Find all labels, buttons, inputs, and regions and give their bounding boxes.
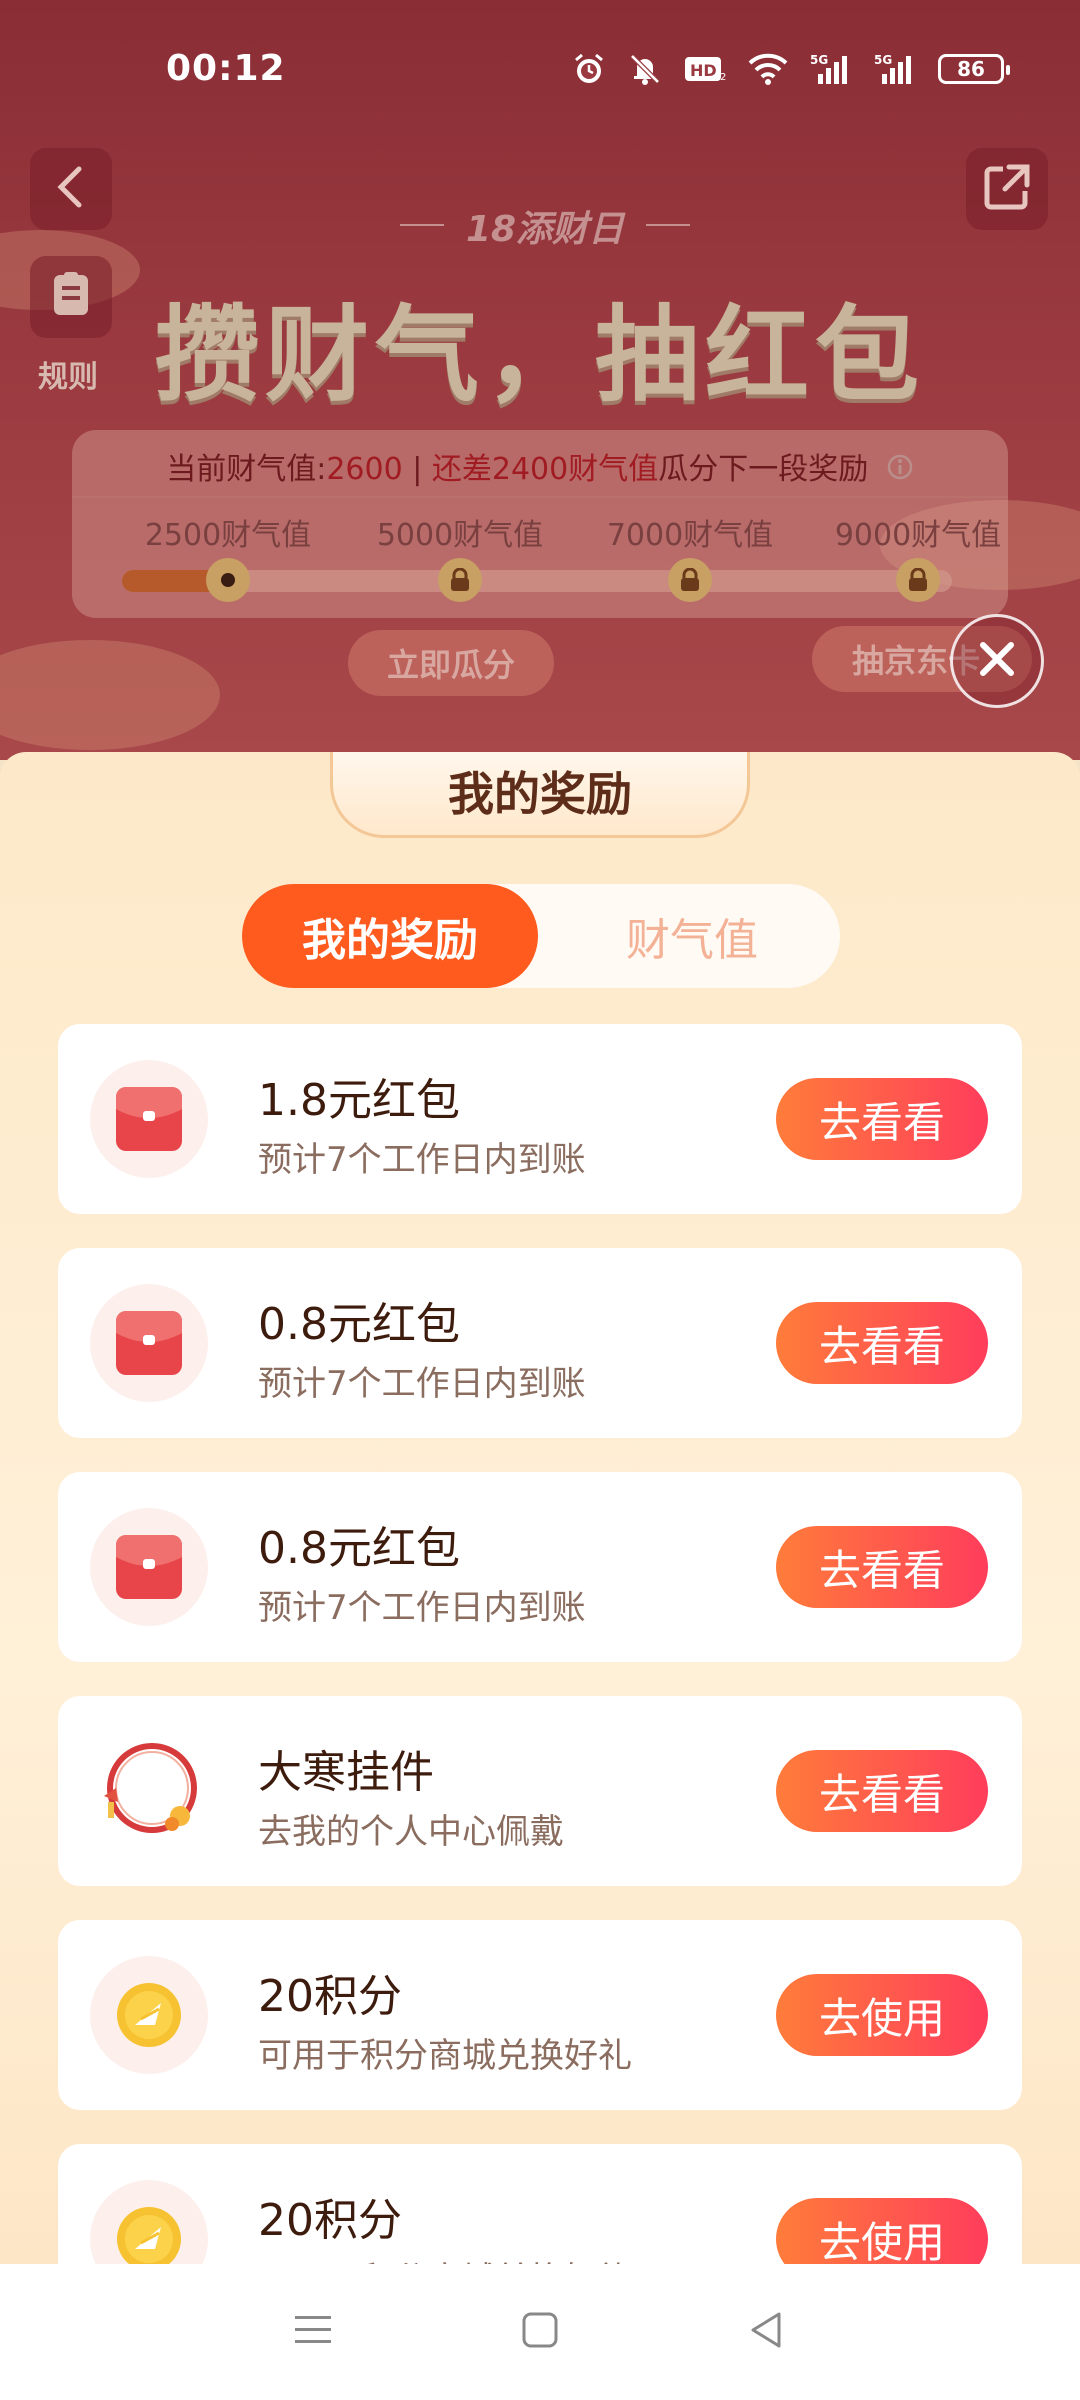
reward-card: 0.8元红包 预计7个工作日内到账 去看看 xyxy=(58,1472,1022,1662)
system-nav-bar xyxy=(0,2264,1080,2400)
status-time: 00:12 xyxy=(166,48,286,89)
cloud-decoration xyxy=(0,640,220,750)
signal-5g-icon: 5G xyxy=(874,52,916,86)
milestone-label: 9000财气值 xyxy=(834,518,1002,553)
sheet-header: 我的奖励 xyxy=(330,752,750,838)
home-square-icon xyxy=(520,2310,560,2354)
use-points-button[interactable]: 去使用 xyxy=(776,1974,988,2056)
red-envelope-icon xyxy=(90,1060,208,1178)
svg-text:5G: 5G xyxy=(874,53,892,67)
milestone-label: 2500财气值 xyxy=(144,518,312,553)
campaign-background: 00:12 HD 2 5G 5G 86 规则 18添财日 攒财气，抽红包 当前财… xyxy=(0,0,1080,760)
reward-subtitle: 去我的个人中心佩戴 xyxy=(258,1812,564,1852)
status-bar: 00:12 HD 2 5G 5G 86 xyxy=(0,0,1080,140)
reward-subtitle: 预计7个工作日内到账 xyxy=(258,1140,586,1180)
milestone-node-reached xyxy=(206,558,250,602)
separator: | xyxy=(402,452,432,487)
reward-title: 大寒挂件 xyxy=(258,1747,434,1798)
mute-icon xyxy=(628,52,662,86)
menu-icon xyxy=(293,2312,333,2352)
reward-title: 0.8元红包 xyxy=(258,1299,460,1350)
current-value: 2600 xyxy=(326,452,403,487)
back-nav-button[interactable] xyxy=(727,2292,807,2372)
reward-card: 0.8元红包 预计7个工作日内到账 去看看 xyxy=(58,1248,1022,1438)
pendant-frame-icon xyxy=(90,1732,208,1850)
rewards-sheet: 我的奖励 我的奖励 财气值 1.8元红包 预计7个工作日内到账 去看看 0.8元… xyxy=(0,752,1080,2264)
view-reward-button[interactable]: 去看看 xyxy=(776,1078,988,1160)
use-points-button[interactable]: 去使用 xyxy=(776,2198,988,2264)
svg-text:2: 2 xyxy=(720,72,726,83)
reward-subtitle: 可用于积分商城兑换好礼 xyxy=(258,2252,632,2264)
lock-icon xyxy=(668,558,712,602)
claim-button[interactable]: 立即瓜分 xyxy=(348,630,554,696)
status-icons: HD 2 5G 5G 86 xyxy=(572,52,1010,86)
remaining-text: 还差2400财气值 xyxy=(431,452,659,487)
recent-apps-button[interactable] xyxy=(273,2292,353,2372)
hd-icon: HD 2 xyxy=(684,54,726,84)
sheet-title: 我的奖励 xyxy=(448,766,632,821)
reward-title: 0.8元红包 xyxy=(258,1523,460,1574)
lock-icon xyxy=(896,558,940,602)
red-envelope-icon xyxy=(90,1284,208,1402)
reward-subtitle: 预计7个工作日内到账 xyxy=(258,1588,586,1628)
back-triangle-icon xyxy=(747,2310,787,2354)
svg-text:5G: 5G xyxy=(810,53,828,67)
info-icon[interactable] xyxy=(886,453,914,489)
reward-card: 20积分 可用于积分商城兑换好礼 去使用 xyxy=(58,2144,1022,2264)
red-envelope-icon xyxy=(90,1508,208,1626)
segmented-control: 我的奖励 财气值 xyxy=(242,884,840,988)
close-icon xyxy=(975,637,1019,685)
reward-title: 20积分 xyxy=(258,1971,402,2022)
reward-card: 1.8元红包 预计7个工作日内到账 去看看 xyxy=(58,1024,1022,1214)
rewards-list[interactable]: 1.8元红包 预计7个工作日内到账 去看看 0.8元红包 预计7个工作日内到账 … xyxy=(0,1020,1080,2264)
reward-card: 20积分 可用于积分商城兑换好礼 去使用 xyxy=(58,1920,1022,2110)
progress-panel: 当前财气值:2600 | 还差2400财气值瓜分下一段奖励 2500财气值 50… xyxy=(72,430,1008,618)
battery-indicator: 86 xyxy=(938,54,1010,84)
points-coin-icon xyxy=(90,2180,208,2264)
reward-card: 大寒挂件 去我的个人中心佩戴 去看看 xyxy=(58,1696,1022,1886)
home-button[interactable] xyxy=(500,2292,580,2372)
close-sheet-button[interactable] xyxy=(950,614,1044,708)
points-coin-icon xyxy=(90,1956,208,2074)
reward-subtitle: 可用于积分商城兑换好礼 xyxy=(258,2036,632,2076)
divider xyxy=(72,496,1008,498)
back-button[interactable] xyxy=(30,148,112,230)
chevron-left-icon xyxy=(51,163,91,215)
remaining-suffix: 瓜分下一段奖励 xyxy=(658,452,869,487)
share-button[interactable] xyxy=(966,148,1048,230)
reward-title: 1.8元红包 xyxy=(258,1075,460,1126)
reward-subtitle: 预计7个工作日内到账 xyxy=(258,1364,586,1404)
event-subtitle: 18添财日 xyxy=(400,200,690,252)
wifi-icon xyxy=(748,53,788,85)
milestone-label: 7000财气值 xyxy=(606,518,774,553)
reward-title: 20积分 xyxy=(258,2195,402,2246)
event-title: 攒财气，抽红包 xyxy=(154,294,925,416)
share-icon xyxy=(981,161,1033,217)
view-reward-button[interactable]: 去看看 xyxy=(776,1302,988,1384)
tab-my-rewards[interactable]: 我的奖励 xyxy=(242,884,538,988)
signal-5g-icon: 5G xyxy=(810,52,852,86)
progress-status: 当前财气值:2600 | 还差2400财气值瓜分下一段奖励 xyxy=(72,444,1008,489)
battery-level: 86 xyxy=(957,57,985,81)
current-label: 当前财气值: xyxy=(166,452,327,487)
view-reward-button[interactable]: 去看看 xyxy=(776,1526,988,1608)
tab-fortune-value[interactable]: 财气值 xyxy=(544,884,840,988)
milestone-label: 5000财气值 xyxy=(376,518,544,553)
lock-icon xyxy=(438,558,482,602)
svg-text:HD: HD xyxy=(690,61,717,80)
view-reward-button[interactable]: 去看看 xyxy=(776,1750,988,1832)
alarm-icon xyxy=(572,52,606,86)
